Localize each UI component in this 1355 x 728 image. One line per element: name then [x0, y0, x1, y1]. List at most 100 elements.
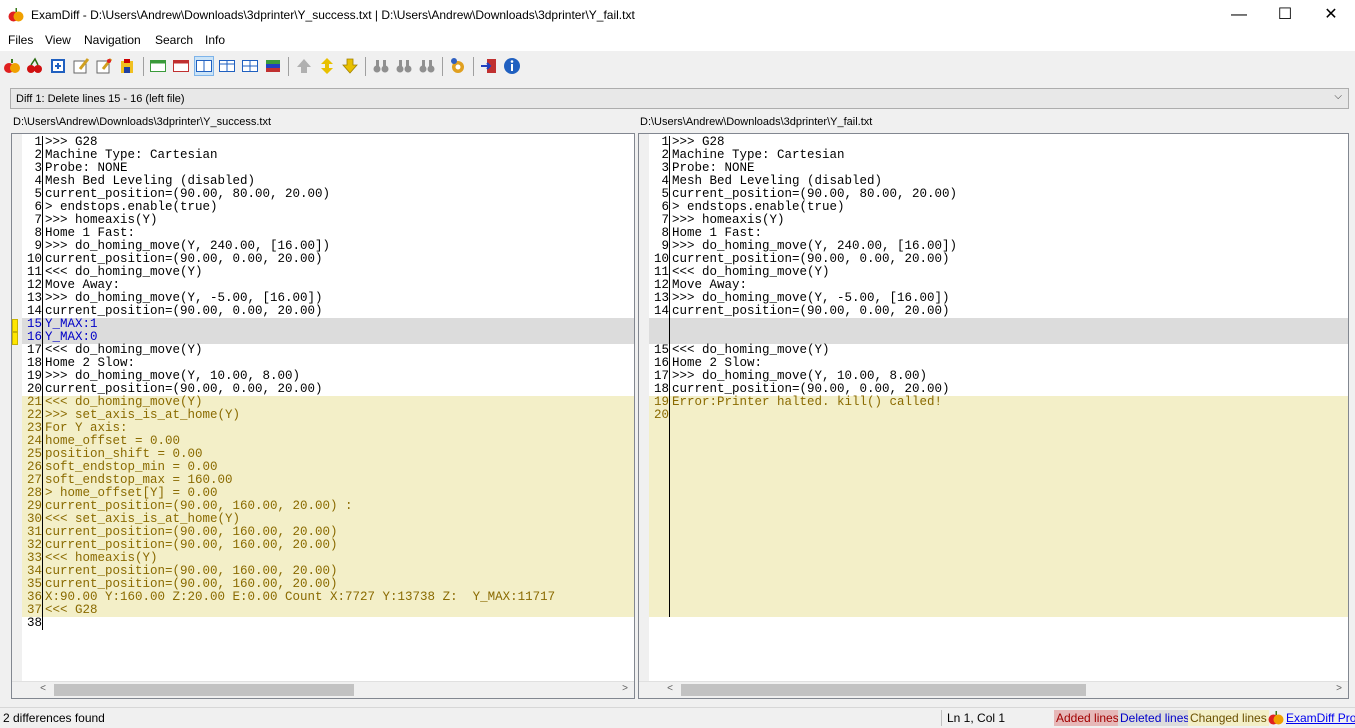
code-line[interactable] — [649, 604, 1348, 617]
next-diff-icon[interactable] — [341, 57, 359, 75]
line-number-separator — [669, 448, 670, 461]
menu-info[interactable]: Info — [205, 33, 225, 47]
code-line[interactable] — [649, 461, 1348, 474]
chevron-down-icon[interactable]: ⌵ — [1334, 91, 1342, 102]
info-icon[interactable] — [503, 57, 521, 75]
cherries-icon[interactable] — [26, 57, 44, 75]
code-line[interactable]: 14 current_position=(90.00, 0.00, 20.00) — [22, 305, 634, 318]
scroll-right-icon[interactable]: > — [1332, 683, 1346, 694]
code-line[interactable] — [649, 487, 1348, 500]
options-icon[interactable] — [449, 57, 467, 75]
prev-diff-icon[interactable] — [295, 57, 313, 75]
window-title: ExamDiff - D:\Users\Andrew\Downloads\3dp… — [31, 8, 635, 22]
code-line[interactable] — [649, 526, 1348, 539]
code-line[interactable] — [649, 448, 1348, 461]
exit-icon[interactable] — [480, 57, 498, 75]
code-line[interactable] — [649, 513, 1348, 526]
code-line[interactable] — [649, 422, 1348, 435]
left-diff-pane[interactable]: 1 >>> G28 2 Machine Type: Cartesian 3 Probe: … — [11, 133, 635, 699]
right-diff-pane[interactable]: 1 >>> G28 2 Machine Type: Cartesian 3 Probe: … — [638, 133, 1349, 699]
right-horizontal-scrollbar[interactable]: < > — [639, 681, 1348, 698]
find-prev-icon[interactable] — [418, 57, 436, 75]
examdiff-pro-link[interactable]: ExamDiff Pro — [1286, 711, 1355, 725]
close-button[interactable]: ✕ — [1308, 0, 1354, 30]
line-number-separator — [42, 292, 43, 305]
line-number-separator — [42, 409, 43, 422]
legend-changed-lines: Changed lines — [1188, 710, 1269, 726]
line-number-separator — [42, 227, 43, 240]
diff-selector[interactable]: Diff 1: Delete lines 15 - 16 (left file)… — [10, 88, 1349, 109]
line-number-separator — [42, 188, 43, 201]
menu-search[interactable]: Search — [155, 33, 193, 47]
menu-view[interactable]: View — [45, 33, 71, 47]
line-number-separator — [42, 591, 43, 604]
code-line[interactable]: 14 current_position=(90.00, 0.00, 20.00) — [649, 305, 1348, 318]
code-line[interactable] — [649, 591, 1348, 604]
line-number-separator — [42, 448, 43, 461]
scroll-left-icon[interactable]: < — [36, 683, 50, 694]
compare-icon[interactable] — [3, 57, 21, 75]
scroll-left-icon[interactable]: < — [663, 683, 677, 694]
current-diff-icon[interactable] — [318, 57, 336, 75]
line-number-separator — [42, 435, 43, 448]
current-diff-marker — [12, 332, 18, 345]
save-icon[interactable] — [118, 57, 136, 75]
edit-left-icon[interactable] — [72, 57, 90, 75]
code-line[interactable] — [649, 318, 1348, 331]
line-number-separator — [42, 552, 43, 565]
line-number-separator — [42, 266, 43, 279]
toolbar-separator — [473, 57, 474, 76]
show-all-icon[interactable] — [149, 57, 167, 75]
line-number-separator — [42, 162, 43, 175]
code-line[interactable]: 15 Y_MAX:1 — [22, 318, 634, 331]
code-line[interactable]: 36 X:90.00 Y:160.00 Z:20.00 E:0.00 Count … — [22, 591, 634, 604]
menu-navigation[interactable]: Navigation — [84, 33, 141, 47]
line-number-separator — [669, 266, 670, 279]
line-number-separator — [42, 331, 43, 344]
code-line[interactable] — [649, 578, 1348, 591]
code-line[interactable]: 19 Error:Printer halted. kill() called! — [649, 396, 1348, 409]
line-number-separator — [42, 305, 43, 318]
line-number-separator — [669, 214, 670, 227]
code-line[interactable]: 37 <<< G28 — [22, 604, 634, 617]
side-by-side-icon[interactable] — [194, 56, 214, 76]
line-number-separator — [669, 201, 670, 214]
code-line[interactable]: 38 — [22, 617, 634, 630]
line-number-separator — [42, 396, 43, 409]
code-line[interactable] — [649, 539, 1348, 552]
line-number-separator — [669, 539, 670, 552]
line-number-separator — [669, 149, 670, 162]
code-line[interactable]: 11 <<< do_homing_move(Y) — [649, 266, 1348, 279]
status-bar: 2 differences found Ln 1, Col 1 Added li… — [0, 707, 1355, 728]
line-number-separator — [669, 292, 670, 305]
left-horizontal-scrollbar[interactable]: < > — [12, 681, 634, 698]
find-icon[interactable] — [372, 57, 390, 75]
line-number-separator — [42, 240, 43, 253]
code-line[interactable] — [649, 552, 1348, 565]
code-line[interactable] — [649, 500, 1348, 513]
scroll-thumb[interactable] — [54, 684, 354, 696]
maximize-button[interactable]: ☐ — [1262, 0, 1308, 30]
scroll-right-icon[interactable]: > — [618, 683, 632, 694]
minimize-button[interactable]: — — [1216, 0, 1262, 30]
line-number-separator — [669, 175, 670, 188]
legend-deleted-lines: Deleted lines — [1118, 710, 1192, 726]
open-files-icon[interactable] — [49, 57, 67, 75]
line-number-separator — [669, 604, 670, 617]
line-number-separator — [42, 422, 43, 435]
scroll-thumb[interactable] — [681, 684, 1086, 696]
code-line[interactable] — [649, 474, 1348, 487]
find-next-icon[interactable] — [395, 57, 413, 75]
code-line[interactable] — [649, 565, 1348, 578]
line-number-separator — [42, 604, 43, 617]
edit-right-icon[interactable] — [95, 57, 113, 75]
code-line[interactable]: 20 — [649, 409, 1348, 422]
menu-files[interactable]: Files — [8, 33, 33, 47]
line-number-separator — [669, 383, 670, 396]
show-diffs-icon[interactable] — [172, 57, 190, 75]
line-number-separator — [669, 396, 670, 409]
grid-view-icon[interactable] — [241, 57, 259, 75]
color-legend-icon[interactable] — [264, 57, 282, 75]
code-line[interactable] — [649, 435, 1348, 448]
split-view-icon[interactable] — [218, 57, 236, 75]
